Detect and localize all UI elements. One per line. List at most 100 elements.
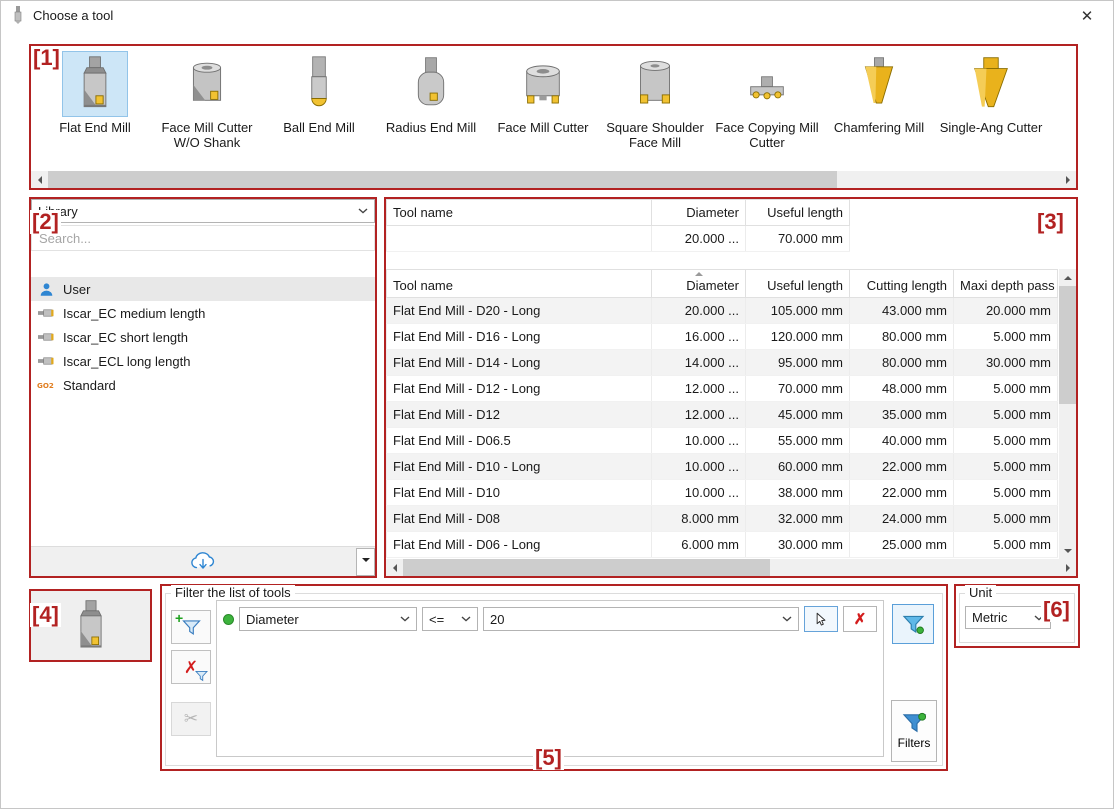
funnel-icon [195,670,208,682]
library-item[interactable]: Iscar_EC short length [31,325,375,349]
tool-row[interactable]: Flat End Mill - D20 - Long20.000 ...105.… [387,298,1058,324]
go2-icon: GO2 [37,380,56,390]
svg-text:GO2: GO2 [37,381,54,390]
scroll-right-icon [1066,564,1070,572]
library-dropdown[interactable]: Library [31,199,375,223]
face-mill-cutter-icon [510,51,576,117]
tool-type-face-copying-mill-cutter[interactable]: Face Copying Mill Cutter [713,51,821,150]
flat-end-mill-icon [62,51,128,117]
funnel-toggle-icon [902,614,925,635]
cut-filter-button[interactable]: ✂ [171,702,211,736]
filter-field-value: Diameter [246,612,396,627]
column-header-useful-length[interactable]: Useful length [746,270,850,298]
column-header-diameter[interactable]: Diameter [652,270,746,298]
tool-type-ball-end-mill[interactable]: Ball End Mill [265,51,373,150]
filters-button-label: Filters [898,736,931,750]
search-box [31,225,375,251]
scrollbar-track [403,559,1059,576]
tool-list-hscrollbar[interactable] [386,559,1076,576]
tool-strip-hscrollbar[interactable] [31,171,1076,188]
column-header-cutting-length[interactable]: Cutting length [850,270,954,298]
library-download-bar[interactable] [31,546,375,576]
square-shoulder-face-mill-icon [622,51,688,117]
library-item[interactable]: User [31,277,375,301]
red-x-icon: ✗ [854,612,867,627]
add-filter-button[interactable]: + [171,610,211,644]
library-item[interactable]: GO2 Standard [31,373,375,397]
tool-row[interactable]: 20.000 ...70.000 mm [387,226,850,252]
scroll-down-button[interactable] [1059,542,1076,559]
unit-dropdown[interactable]: Metric [965,606,1051,629]
toggle-filter-button[interactable] [892,604,934,644]
scrollbar-thumb[interactable] [1059,286,1076,404]
library-item[interactable]: Iscar_EC medium length [31,301,375,325]
filters-funnel-icon [902,712,927,733]
tool-row[interactable]: Flat End Mill - D088.000 mm32.000 mm24.0… [387,506,1058,532]
tool-type-label: Chamfering Mill [834,120,924,135]
tool-type-label: Face Mill Cutter W/O Shank [153,120,261,150]
search-input[interactable] [32,226,374,250]
tool-row[interactable]: Flat End Mill - D14 - Long14.000 ...95.0… [387,350,1058,376]
tool-type-square-shoulder-face-mill[interactable]: Square Shoulder Face Mill [601,51,709,150]
scroll-up-icon [1064,276,1072,280]
tool-row[interactable]: Flat End Mill - D12 - Long12.000 ...70.0… [387,376,1058,402]
column-header-useful-length[interactable]: Useful length [746,200,850,226]
tool-row[interactable]: Flat End Mill - D1212.000 ...45.000 mm35… [387,402,1058,428]
tool-type-single-angle-cutter[interactable]: Single-Ang Cutter [937,51,1045,150]
column-header-tool-name[interactable]: Tool name [387,270,652,298]
filter-operator-dropdown[interactable]: <= [422,607,478,631]
filter-field-dropdown[interactable]: Diameter [239,607,417,631]
expand-dropdown-button[interactable] [356,548,375,576]
scroll-left-button[interactable] [31,171,48,188]
library-item[interactable]: Iscar_ECL long length [31,349,375,373]
column-header-maxi-depth-pass[interactable]: Maxi depth pass [954,270,1058,298]
scrollbar-thumb[interactable] [403,559,770,576]
scroll-up-button[interactable] [1059,269,1076,286]
scroll-left-button[interactable] [386,559,403,576]
library-item-label: Iscar_EC medium length [63,306,205,321]
tool-type-chamfering-mill[interactable]: Chamfering Mill [825,51,933,150]
tool-row[interactable]: Flat End Mill - D16 - Long16.000 ...120.… [387,324,1058,350]
library-dropdown-value: Library [38,204,354,219]
tool-type-strip-section: Flat End MillFace Mill Cutter W/O ShankB… [29,44,1078,190]
filters-button[interactable]: Filters [891,700,937,762]
unit-legend: Unit [965,585,996,600]
delete-filter-button[interactable]: ✗ [171,650,211,684]
scroll-left-icon [38,176,42,184]
plus-icon: + [175,611,183,625]
filter-value-combobox[interactable]: 20 [483,607,799,631]
face-mill-wo-shank-icon [174,51,240,117]
tool-list-vscrollbar[interactable] [1059,269,1076,559]
ball-end-mill-icon [286,51,352,117]
close-button[interactable]: ✕ [1070,4,1104,28]
library-item-label: Iscar_EC short length [63,330,188,345]
column-header-tool-name[interactable]: Tool name [387,200,652,226]
filter-section: Filter the list of tools + ✗ ✂ [160,584,948,771]
filter-row: Diameter <= 20 ✗ [217,601,883,637]
tool-type-label: Ball End Mill [283,120,355,135]
tool-type-label: Square Shoulder Face Mill [601,120,709,150]
tool-row[interactable]: Flat End Mill - D06 - Long6.000 mm30.000… [387,532,1058,558]
chevron-down-icon [400,616,410,622]
clear-filter-row-button[interactable]: ✗ [843,606,877,632]
tool-type-radius-end-mill[interactable]: Radius End Mill [377,51,485,150]
annotation-label-4: [4] [30,603,61,627]
filter-list-panel: Diameter <= 20 ✗ [216,600,884,757]
scroll-right-button[interactable] [1059,171,1076,188]
tool-row[interactable]: Flat End Mill - D1010.000 ...38.000 mm22… [387,480,1058,506]
library-item-label: Standard [63,378,116,393]
radius-end-mill-icon [398,51,464,117]
tool-type-face-mill-wo-shank[interactable]: Face Mill Cutter W/O Shank [153,51,261,150]
chevron-down-icon [362,558,370,566]
tool-row[interactable]: Flat End Mill - D10 - Long10.000 ...60.0… [387,454,1058,480]
filter-groupbox: Filter the list of tools + ✗ ✂ [165,593,943,766]
tool-row[interactable]: Flat End Mill - D06.510.000 ...55.000 mm… [387,428,1058,454]
mini-tool-icon [37,356,56,366]
pick-value-button[interactable] [804,606,838,632]
tools-table: Tool nameDiameterUseful lengthCutting le… [386,269,1058,558]
scrollbar-thumb[interactable] [48,171,837,188]
scrollbar-track [48,171,1059,188]
column-header-diameter[interactable]: Diameter [652,200,746,226]
tool-type-face-mill-cutter[interactable]: Face Mill Cutter [489,51,597,150]
scroll-right-button[interactable] [1059,559,1076,576]
